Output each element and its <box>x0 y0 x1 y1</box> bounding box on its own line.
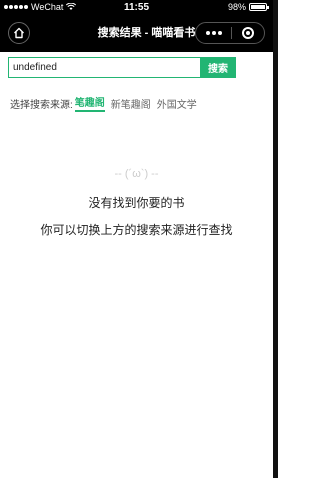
empty-state-message: 没有找到你要的书 <box>88 196 185 210</box>
empty-state-face: -- (´ω`) -- <box>114 168 159 180</box>
source-label: 选择搜索来源: <box>10 99 73 111</box>
nav-bar: 搜索结果 - 喵喵看书 <box>0 14 273 52</box>
battery-icon <box>249 3 269 11</box>
app-frame: WeChat 11:55 98% 搜索结果 - 喵喵看书 undefined 搜… <box>0 0 278 478</box>
more-button[interactable] <box>196 31 231 35</box>
source-option-xinbiquge[interactable]: 新笔趣阁 <box>111 96 151 111</box>
close-button[interactable] <box>232 27 264 39</box>
battery-percent: 98% <box>227 2 246 12</box>
search-bar: 搜索 <box>8 57 238 78</box>
source-option-biquge[interactable]: 笔趣阁 <box>74 94 105 112</box>
battery-info: 98% <box>227 2 269 12</box>
more-icon <box>205 31 210 35</box>
source-option-foreign-literature[interactable]: 外国文学 <box>157 96 197 111</box>
mini-program-capsule <box>195 22 265 44</box>
search-button[interactable]: 搜索 <box>200 57 236 78</box>
close-circle-icon <box>242 27 254 39</box>
status-bar: WeChat 11:55 98% <box>0 0 273 14</box>
search-input[interactable] <box>8 57 200 78</box>
empty-state-hint: 你可以切换上方的搜索来源进行查找 <box>40 223 233 237</box>
source-selector: 选择搜索来源: 笔趣阁 新笔趣阁 外国文学 <box>10 94 197 112</box>
screen-edge <box>273 0 278 478</box>
